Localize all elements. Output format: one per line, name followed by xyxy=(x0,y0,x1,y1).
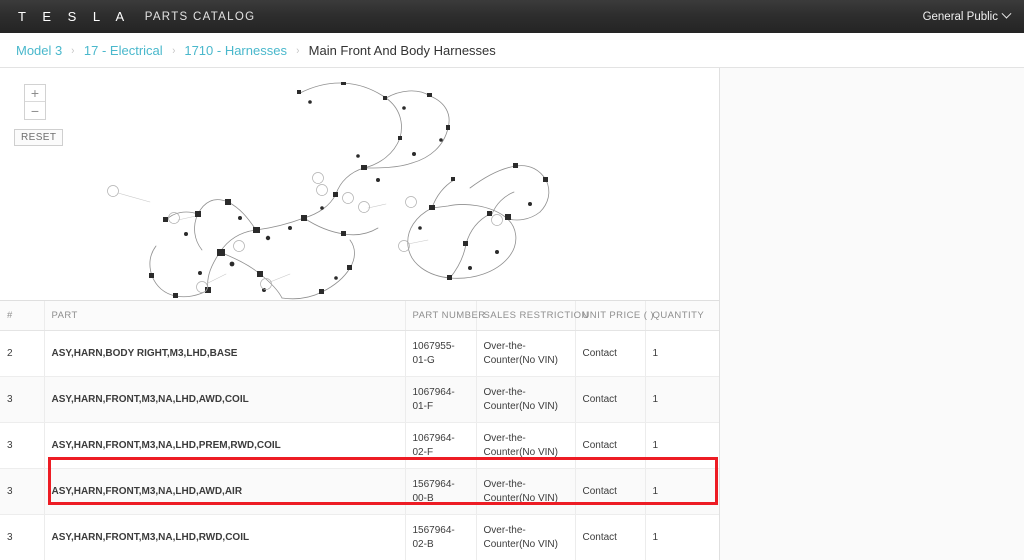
table-row-index: 3 xyxy=(0,514,45,560)
zoom-controls: + − xyxy=(24,84,46,120)
breadcrumb-separator-icon: › xyxy=(171,44,176,57)
table-row[interactable]: 3 ASY,HARN,FRONT,M3,NA,LHD,PREM,RWD,COIL 1… xyxy=(0,422,719,469)
table-row-quantity: 1 xyxy=(645,330,719,377)
breadcrumb-separator-icon: › xyxy=(296,44,300,57)
zoom-in-button[interactable]: + xyxy=(25,85,45,102)
table-row-part-name: ASY,HARN,FRONT,M3,NA,LHD,RWD,COIL xyxy=(44,514,406,560)
top-header-bar: T E S L A PARTS CATALOG General Public xyxy=(0,0,1024,33)
column-header-quantity[interactable]: QUANTITY xyxy=(645,301,719,331)
table-row-unit-price: Contact xyxy=(575,468,646,515)
column-header-part-number[interactable]: PART NUMBER xyxy=(405,301,485,331)
table-row-part-name: ASY,HARN,FRONT,M3,NA,LHD,AWD,AIR xyxy=(44,468,406,515)
table-row-quantity: 1 xyxy=(645,514,719,560)
breadcrumb-bar: Model 3 › 17 - Electrical › 1710 - Harne… xyxy=(0,33,1024,93)
parts-table: # PART PART NUMBER SALES RESTRICTION UNI… xyxy=(0,301,719,560)
table-row-sales-restriction: Over-the-Counter(No VIN) xyxy=(476,330,576,377)
table-row-unit-price: Contact xyxy=(575,376,646,423)
breadcrumb: Model 3 › 17 - Electrical › 1710 - Harne… xyxy=(16,33,496,68)
breadcrumb-item-subcategory[interactable]: 1710 - Harnesses xyxy=(184,43,287,58)
table-row-index: 2 xyxy=(0,330,45,377)
table-row-part-number: 1067964-01-F xyxy=(405,376,477,423)
table-row-sales-restriction: Over-the-Counter(No VIN) xyxy=(476,422,576,469)
table-row[interactable]: 3 ASY,HARN,FRONT,M3,NA,LHD,AWD,AIR 1567964… xyxy=(0,468,719,515)
table-row-index: 3 xyxy=(0,376,45,423)
catalog-title: PARTS CATALOG xyxy=(144,10,256,23)
table-row[interactable]: 3 ASY,HARN,FRONT,M3,NA,LHD,RWD,COIL 156796… xyxy=(0,514,719,560)
tesla-wordmark-logo: T E S L A xyxy=(18,9,131,24)
reset-view-button[interactable]: RESET xyxy=(14,129,64,146)
column-header-sales-restriction[interactable]: SALES RESTRICTION xyxy=(476,301,588,331)
harness-diagram-panel[interactable]: + − RESET xyxy=(0,68,719,301)
table-row-index: 3 xyxy=(0,422,45,469)
parts-table-body: 2 ASY,HARN,BODY RIGHT,M3,LHD,BASE 1067955-… xyxy=(0,330,719,560)
table-row-index: 3 xyxy=(0,468,45,515)
table-row-sales-restriction: Over-the-Counter(No VIN) xyxy=(476,376,576,423)
zoom-out-button[interactable]: − xyxy=(25,102,45,119)
table-row-unit-price: Contact xyxy=(575,514,646,560)
table-row-quantity: 1 xyxy=(645,376,719,423)
table-row-part-number: 1567964-00-B xyxy=(405,468,477,515)
table-row-sales-restriction: Over-the-Counter(No VIN) xyxy=(476,468,576,515)
table-row-unit-price: Contact xyxy=(575,422,646,469)
wiring-harness-illustration xyxy=(107,82,550,300)
column-header-index[interactable]: # xyxy=(0,301,45,331)
account-menu-label: General Public xyxy=(922,10,998,23)
table-row[interactable]: 3 ASY,HARN,FRONT,M3,NA,LHD,AWD,COIL 106796… xyxy=(0,376,719,423)
chevron-down-icon xyxy=(1001,8,1012,19)
table-row-sales-restriction: Over-the-Counter(No VIN) xyxy=(476,514,576,560)
breadcrumb-item-category[interactable]: 17 - Electrical xyxy=(84,43,163,58)
table-row-part-name: ASY,HARN,BODY RIGHT,M3,LHD,BASE xyxy=(44,330,406,377)
table-row-part-number: 1067955-01-G xyxy=(405,330,477,377)
account-menu-button[interactable]: General Public xyxy=(922,8,1012,23)
column-header-unit-price[interactable]: UNIT PRICE ( ) xyxy=(575,301,654,331)
table-row-part-name: ASY,HARN,FRONT,M3,NA,LHD,AWD,COIL xyxy=(44,376,406,423)
breadcrumb-item-current: Main Front And Body Harnesses xyxy=(308,43,496,58)
table-row-quantity: 1 xyxy=(645,422,719,469)
table-header-row: # PART PART NUMBER SALES RESTRICTION UNI… xyxy=(0,301,719,331)
parts-table-container[interactable]: # PART PART NUMBER SALES RESTRICTION UNI… xyxy=(0,301,719,560)
table-row-part-number: 1067964-02-F xyxy=(405,422,477,469)
table-row-unit-price: Contact xyxy=(575,330,646,377)
breadcrumb-item-model[interactable]: Model 3 xyxy=(16,43,62,58)
breadcrumb-separator-icon: › xyxy=(71,44,75,57)
table-row[interactable]: 2 ASY,HARN,BODY RIGHT,M3,LHD,BASE 1067955-… xyxy=(0,330,719,377)
table-row-part-name: ASY,HARN,FRONT,M3,NA,LHD,PREM,RWD,COIL xyxy=(44,422,406,469)
table-row-quantity: 1 xyxy=(645,468,719,515)
table-row-part-number: 1567964-02-B xyxy=(405,514,477,560)
right-side-panel xyxy=(719,68,1024,560)
column-header-part[interactable]: PART xyxy=(44,301,406,331)
